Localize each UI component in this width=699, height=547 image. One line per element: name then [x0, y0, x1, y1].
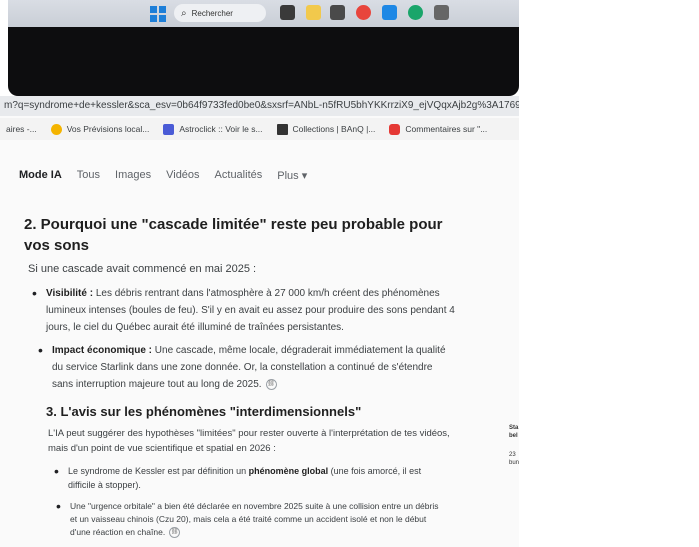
bookmark-label: Collections | BAnQ |... — [292, 124, 376, 134]
app-icon[interactable] — [434, 5, 449, 20]
bookmark-label: aires -... — [6, 124, 37, 134]
side-fragment: bun — [509, 460, 520, 466]
list-item: Le syndrome de Kessler est par définitio… — [54, 464, 448, 492]
section-heading: 3. L'avis sur les phénomènes "interdimen… — [46, 404, 362, 419]
search-tabs: Mode IA Tous Images Vidéos Actualités Pl… — [0, 158, 519, 192]
chrome-app-icon[interactable] — [356, 5, 371, 20]
banq-icon — [276, 123, 288, 135]
browser-window: m?q=syndrome+de+kessler&sca_esv=0b64f973… — [0, 96, 519, 547]
source-link-icon[interactable]: ⛓ — [169, 527, 181, 539]
section-heading: 2. Pourquoi une "cascade limitée" reste … — [24, 216, 443, 254]
side-fragment: Sta — [509, 425, 519, 431]
search-icon: ⌕ — [181, 7, 187, 19]
address-bar[interactable]: m?q=syndrome+de+kessler&sca_esv=0b64f973… — [0, 96, 519, 116]
taskbar-search-box[interactable]: ⌕ Rechercher — [174, 4, 266, 22]
list-item: Impact économique : Une cascade, même lo… — [38, 342, 448, 393]
bullet-text: Une "urgence orbitale" a bien été déclar… — [70, 501, 439, 537]
bullet-bold: phénomène global — [248, 466, 329, 476]
bookmark-item[interactable]: Commentaires sur "... — [389, 123, 488, 135]
bullet-label: Visibilité : — [46, 288, 94, 299]
store-app-icon[interactable] — [330, 5, 345, 20]
bookmark-item[interactable]: aires -... — [6, 124, 37, 134]
section-intro: Si une cascade avait commencé en mai 202… — [28, 263, 257, 275]
list-item: Visibilité : Les débris rentrant dans l'… — [32, 285, 466, 336]
edge-app-icon[interactable] — [408, 5, 423, 20]
source-link-icon[interactable]: ⛓ — [265, 378, 277, 390]
tab-videos[interactable]: Vidéos — [166, 169, 199, 181]
bullet-label: Impact économique : — [52, 345, 153, 356]
folder-app-icon[interactable] — [306, 5, 321, 20]
film-app-icon[interactable] — [280, 5, 295, 20]
ai-answer: 2. Pourquoi une "cascade limitée" reste … — [0, 212, 519, 547]
bookmark-label: Astroclick :: Voir le s... — [179, 124, 263, 134]
windows-taskbar: ⌕ Rechercher — [8, 0, 519, 27]
bookmark-item[interactable]: Vos Prévisions local... — [50, 123, 150, 135]
bookmark-item[interactable]: Collections | BAnQ |... — [276, 123, 376, 135]
list-item: Une "urgence orbitale" a bien été déclar… — [56, 500, 440, 539]
taskbar-search-placeholder: Rechercher — [191, 8, 233, 18]
monitor-bezel: ⌕ Rechercher — [8, 0, 519, 96]
astro-icon — [163, 123, 175, 135]
section-intro: L'IA peut suggérer des hypothèses "limit… — [48, 428, 450, 454]
tab-plus[interactable]: Plus ▾ — [277, 169, 307, 182]
bookmark-item[interactable]: Astroclick :: Voir le s... — [163, 123, 263, 135]
bullet-text: Le syndrome de Kessler est par définitio… — [68, 466, 249, 476]
tab-actualites[interactable]: Actualités — [215, 169, 263, 181]
mail-app-icon[interactable] — [382, 5, 397, 20]
tab-images[interactable]: Images — [115, 169, 151, 181]
weather-icon — [50, 123, 62, 135]
tab-mode-ia[interactable]: Mode IA — [19, 169, 62, 181]
tab-tous[interactable]: Tous — [77, 169, 100, 181]
side-fragment: 23 — [509, 452, 516, 458]
youtube-icon — [389, 123, 401, 135]
bookmark-label: Commentaires sur "... — [405, 124, 488, 134]
bookmarks-bar: aires -... Vos Prévisions local... Astro… — [0, 118, 519, 140]
bookmark-label: Vos Prévisions local... — [66, 124, 150, 134]
bullet-text: Les débris rentrant dans l'atmosphère à … — [46, 288, 455, 333]
windows-start-icon[interactable] — [150, 6, 166, 22]
side-fragment: bel — [509, 433, 518, 439]
